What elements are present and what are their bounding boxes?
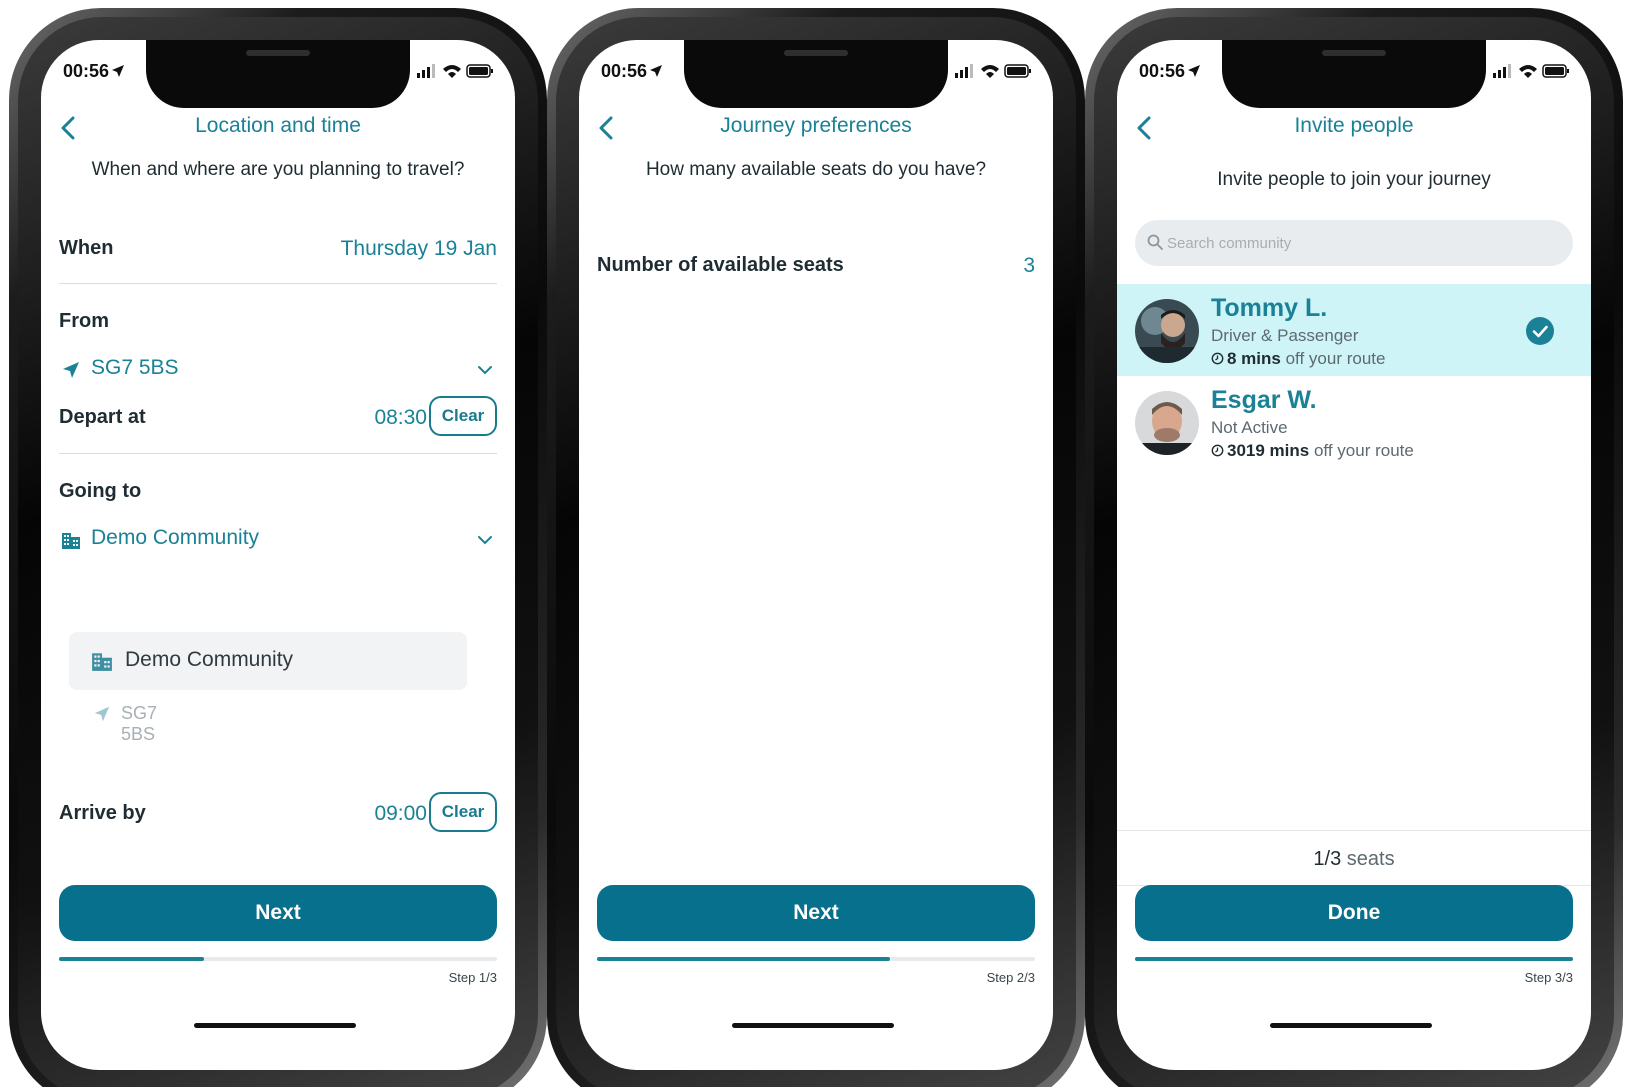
home-indicator [1270,1023,1432,1028]
location-arrow-icon [650,65,663,77]
page-title: Invite people [1294,114,1414,137]
location-arrow-icon [63,362,79,378]
page-subtitle: Invite people to join your journey [1217,169,1491,190]
when-label: When [59,237,114,259]
location-arrow-icon [94,706,110,722]
check-circle-icon[interactable] [1525,316,1555,346]
arrive-by-label: Arrive by [59,802,146,824]
status-time: 00:56 [1139,61,1201,82]
status-icons [1493,64,1569,78]
clear-arrive-button[interactable]: Clear [429,792,497,832]
step-indicator: Step 3/3 [1524,970,1573,985]
status-icons [955,64,1031,78]
going-to-location-value: Demo Community [91,526,260,549]
seats-count: 1/3 seats [1117,848,1591,871]
location-arrow-icon [1188,65,1201,77]
notch [684,40,948,108]
screen-journey-preferences: 00:56 Journey preferences How many avail… [579,40,1053,1070]
person-row-esgar[interactable]: Esgar W. Not Active 3019 mins off your r… [1117,376,1591,468]
page-title: Journey preferences [720,114,912,137]
building-icon [92,653,112,671]
step-indicator: Step 1/3 [448,970,497,985]
from-label: From [59,310,109,332]
available-seats-label: Number of available seats [597,254,844,276]
status-time: 00:56 [63,61,125,82]
building-icon [62,533,80,549]
page-title: Location and time [195,114,361,137]
progress-bar [59,957,497,961]
depart-at-label: Depart at [59,406,146,428]
progress-fill [597,957,891,961]
person-route: 8 mins off your route [1211,349,1385,369]
status-icons [417,64,493,78]
suggestion-label: Demo Community [125,648,294,671]
search-icon [1147,234,1163,250]
divider [1117,830,1591,831]
suggestion-label: SG7 5BS [121,703,158,744]
avatar [1135,299,1199,363]
notch [1222,40,1486,108]
route-suffix: off your route [1313,441,1414,460]
screen-location-and-time: 00:56 Location and time When and where a… [41,40,515,1070]
when-date-value[interactable]: Thursday 19 Jan [341,237,497,261]
route-time: 8 mins [1227,349,1281,368]
phone-frame-step-2: 00:56 Journey preferences How many avail… [547,8,1085,1087]
search-community-field[interactable] [1135,220,1573,266]
avatar [1135,391,1199,455]
next-button[interactable]: Next [597,885,1035,941]
progress-bar [1135,957,1573,961]
person-role: Driver & Passenger [1211,326,1359,345]
going-to-label: Going to [59,480,142,502]
location-arrow-icon [112,65,125,77]
route-time: 3019 mins [1227,441,1310,460]
phone-frame-step-1: 00:56 Location and time When and where a… [9,8,547,1087]
home-indicator [732,1023,894,1028]
going-to-location-select[interactable]: Demo Community [61,526,493,556]
divider [59,453,497,454]
suggestion-item-community[interactable]: Demo Community [69,632,467,690]
page-subtitle: How many available seats do you have? [645,159,987,180]
arrive-time-value[interactable]: 09:00 [374,802,427,826]
clock-icon [1211,444,1224,457]
progress-fill [59,957,204,961]
person-role: Not Active [1211,418,1288,437]
person-route: 3019 mins off your route [1211,441,1414,461]
home-indicator [194,1023,356,1028]
chevron-down-icon [478,366,492,375]
done-button[interactable]: Done [1135,885,1573,941]
route-suffix: off your route [1285,349,1386,368]
notch [146,40,410,108]
step-indicator: Step 2/3 [986,970,1035,985]
chevron-down-icon [478,536,492,545]
from-location-select[interactable]: SG7 5BS [61,356,493,386]
clock-icon [1211,352,1224,365]
person-row-tommy[interactable]: Tommy L. Driver & Passenger 8 mins off y… [1117,284,1591,376]
progress-bar [597,957,1035,961]
seats-unit: seats [1346,848,1395,870]
person-name: Esgar W. [1211,386,1317,414]
person-name: Tommy L. [1211,294,1328,322]
seats-count-value: 1/3 [1313,848,1342,870]
divider [59,283,497,284]
screen-invite-people: 00:56 Invite people Invite people to joi… [1117,40,1591,1070]
progress-fill [1135,957,1573,961]
page-subtitle: When and where are you planning to trave… [91,159,465,180]
phone-frame-step-3: 00:56 Invite people Invite people to joi… [1085,8,1623,1087]
available-seats-value[interactable]: 3 [1023,254,1035,278]
next-button[interactable]: Next [59,885,497,941]
status-time: 00:56 [601,61,663,82]
depart-time-value[interactable]: 08:30 [374,406,427,430]
clear-depart-button[interactable]: Clear [429,396,497,436]
from-location-value: SG7 5BS [91,356,179,379]
search-input[interactable] [1167,220,1547,266]
